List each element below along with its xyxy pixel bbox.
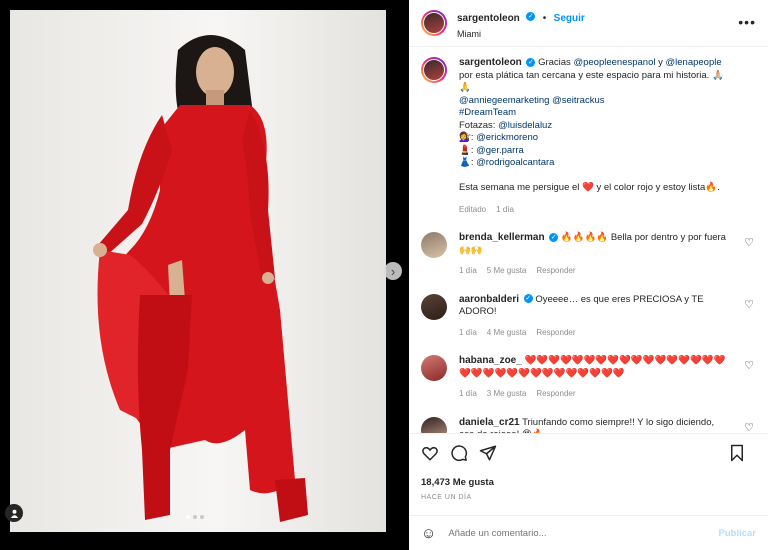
post-date[interactable]: HACE UN DÍA [409,488,768,501]
post-header: sargentoleon ✓ • Seguir Miami ••• [409,0,768,47]
caption-text: Esta semana me persigue el ❤️ y el color… [459,182,720,193]
comment-username[interactable]: brenda_kellerman [459,232,545,243]
emoji-icon[interactable]: ☺ [421,525,436,542]
timestamp[interactable]: 1 día [459,266,477,275]
follow-button[interactable]: Seguir [554,13,585,24]
user-tag-icon[interactable] [5,504,23,522]
verified-badge-icon: ✓ [526,57,536,67]
post-comment-button[interactable]: Publicar [719,528,757,539]
caption-text: 🙏 [459,82,471,93]
comment-item: brenda_kellerman ✓ 🔥🔥🔥🔥 Bella por dentro… [421,232,756,278]
avatar[interactable] [421,416,447,433]
mention-link[interactable]: @rodrigoalcantara [476,157,554,168]
comment-likes[interactable]: 5 Me gusta [487,266,527,275]
bookmark-icon[interactable] [729,444,745,467]
comment-username[interactable]: habana_zoe_ [459,355,522,366]
mention-link[interactable]: @ger.parra [476,145,524,156]
comment-likes[interactable]: 4 Me gusta [487,328,527,337]
edited-label: Editado [459,204,487,214]
comment-username[interactable]: aaronbalderi [459,294,519,305]
reply-button[interactable]: Responder [536,389,575,398]
caption: sargentoleon ✓ Gracias @peopleenespanol … [421,57,756,216]
mention-link[interactable]: @lenapeople [666,57,722,68]
caption-text: Fotazas: [459,119,499,131]
timestamp[interactable]: 1 día [459,389,477,398]
share-icon[interactable] [479,444,497,467]
caption-meta: Editado 1 día [459,204,749,217]
heart-icon[interactable]: ♡ [744,236,754,249]
verified-badge-icon: ✓ [523,294,533,304]
mention-link[interactable]: @seitrackus [552,95,604,106]
mention-link[interactable]: @erickmoreno [476,132,538,143]
avatar[interactable] [421,10,447,36]
chevron-right-icon[interactable]: › [384,262,402,280]
add-comment-bar: ☺ Publicar [409,515,768,550]
credit-emoji: 👗 [459,157,471,168]
comment-username[interactable]: daniela_cr21 [459,417,520,428]
hashtag-link[interactable]: #DreamTeam [459,107,516,118]
heart-icon[interactable]: ♡ [744,298,754,311]
heart-icon[interactable]: ♡ [744,421,754,434]
mention-link[interactable]: @peopleenespanol [573,57,655,68]
timestamp[interactable]: 1 día [496,205,514,214]
verified-badge-icon: ✓ [549,232,559,242]
caption-text: por esta plática tan cercana y este espa… [459,69,724,81]
caption-username[interactable]: sargentoleon [459,57,522,68]
more-options-icon[interactable]: ••• [738,14,756,30]
carousel-indicator [186,515,204,519]
avatar[interactable] [421,57,447,83]
carousel-dot [200,515,204,519]
comments-list[interactable]: sargentoleon ✓ Gracias @peopleenespanol … [409,47,768,433]
carousel-dot [193,515,197,519]
credit-emoji: 💄 [459,144,471,156]
comment-likes[interactable]: 3 Me gusta [487,389,527,398]
reply-button[interactable]: Responder [536,328,575,337]
caption-text: Gracias [538,57,574,68]
avatar[interactable] [421,355,447,381]
likes-count[interactable]: 18,473 Me gusta [409,467,768,488]
comment-item: habana_zoe_ ❤️❤️❤️❤️❤️❤️❤️❤️❤️❤️❤️❤️❤️❤️… [421,355,756,401]
post-side-panel: sargentoleon ✓ • Seguir Miami ••• sargen… [409,0,768,550]
comment-icon[interactable] [450,444,468,467]
author-username[interactable]: sargentoleon [457,13,520,24]
avatar[interactable] [421,232,447,258]
post-photo[interactable] [10,10,386,532]
caption-text: y [655,57,666,68]
heart-icon[interactable]: ♡ [744,359,754,372]
comment-item: aaronbalderi ✓ Oyeeee… es que eres PRECI… [421,293,756,340]
separator-dot: • [542,12,547,24]
woman-in-red-dress-image [93,35,308,522]
post-location[interactable]: Miami [457,29,585,39]
post-media: › [0,0,409,550]
verified-badge-icon: ✓ [526,11,536,21]
mention-link[interactable]: @luisdelaluz [498,120,552,131]
avatar[interactable] [421,293,447,320]
post-actions: 18,473 Me gusta HACE UN DÍA ☺ Publicar [409,433,768,550]
mention-link[interactable]: @anniegeemarketing [459,95,549,106]
comment-item: daniela_cr21 Triunfando como siempre!! Y… [421,416,756,434]
comment-input[interactable] [448,527,709,539]
credit-emoji: 💇‍♀️ [459,132,471,143]
heart-icon[interactable] [421,444,439,467]
carousel-dot [186,515,190,519]
reply-button[interactable]: Responder [536,266,575,275]
timestamp[interactable]: 1 día [459,328,477,337]
